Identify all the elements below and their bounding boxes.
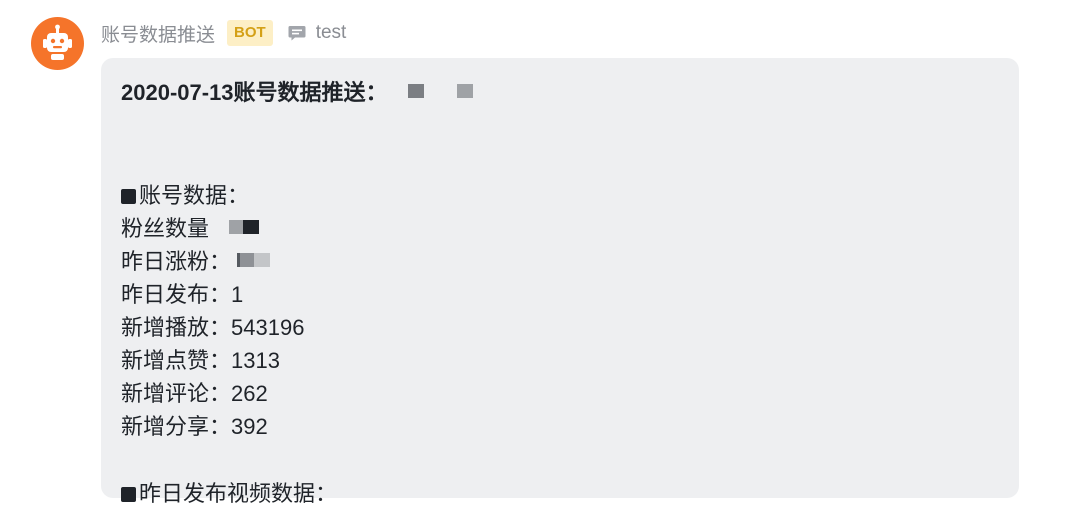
- message-header: 账号数据推送 BOT test: [101, 19, 346, 47]
- chat-bubble-icon: [287, 23, 307, 43]
- data-row: 新增播放：543196: [121, 312, 304, 344]
- message-title: 2020-07-13账号数据推送：: [121, 80, 388, 105]
- row-value: 262: [231, 381, 268, 406]
- row-label: 新增评论：: [121, 381, 232, 406]
- redacted-mask: [237, 247, 277, 279]
- sender-name[interactable]: 账号数据推送: [101, 20, 215, 47]
- row-label: 昨日涨粉：: [121, 249, 232, 274]
- redacted-mask: [407, 79, 478, 109]
- square-bullet-icon: [121, 487, 136, 502]
- row-value: 1313: [231, 348, 280, 373]
- message-title-line: 2020-07-13账号数据推送：: [121, 78, 478, 109]
- row-label: 新增分享：: [121, 414, 232, 439]
- row-value: 1: [231, 282, 244, 307]
- section-heading-account: 账号数据：: [121, 180, 249, 212]
- row-value: 543196: [231, 315, 305, 340]
- message-bubble: 2020-07-13账号数据推送： 账号数据： 粉丝数量 昨日涨粉： 昨日发布：…: [101, 58, 1019, 506]
- row-label: 新增点赞：: [121, 348, 232, 373]
- square-bullet-icon: [121, 189, 136, 204]
- data-row: 昨日发布：1: [121, 279, 243, 311]
- row-label: 新增播放：: [121, 315, 232, 340]
- data-row: 新增分享：392: [121, 411, 268, 443]
- bot-badge: BOT: [227, 20, 273, 46]
- redacted-mask: [227, 214, 267, 246]
- section-heading-videos: 昨日发布视频数据：: [121, 478, 337, 510]
- data-row: 昨日涨粉：: [121, 246, 277, 278]
- group-name[interactable]: test: [316, 22, 347, 44]
- robot-icon: [43, 24, 72, 60]
- row-value: 392: [231, 414, 268, 439]
- data-row: 新增评论：262: [121, 378, 268, 410]
- data-row: 新增点赞：1313: [121, 345, 280, 377]
- row-label: 粉丝数量: [121, 216, 210, 241]
- bot-avatar[interactable]: [31, 17, 84, 70]
- row-label: 昨日发布：: [121, 282, 232, 307]
- data-row: 粉丝数量: [121, 213, 267, 245]
